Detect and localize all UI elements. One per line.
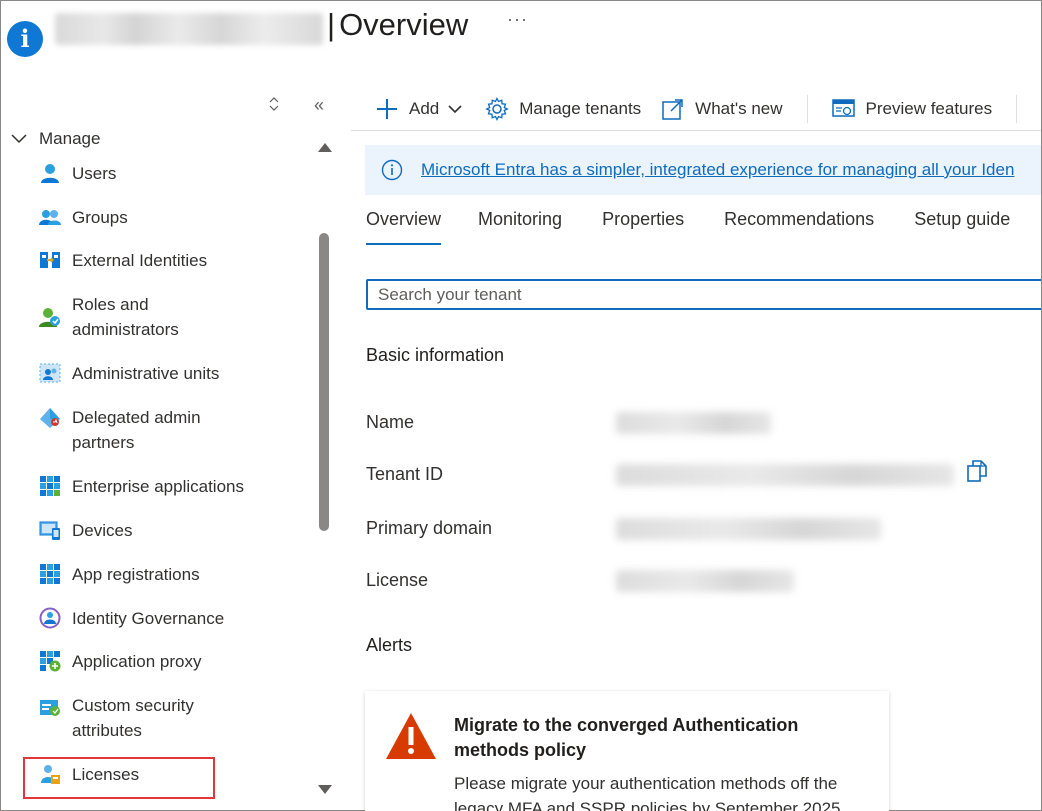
warning-icon <box>386 713 436 759</box>
roles-icon <box>39 308 60 327</box>
scroll-thumb[interactable] <box>319 233 329 531</box>
more-options-button[interactable]: ··· <box>507 9 528 30</box>
info-circle-icon <box>381 159 403 181</box>
external-link-icon <box>662 98 683 120</box>
primary-domain-value-redacted <box>616 518 881 540</box>
primary-domain-label: Primary domain <box>366 518 493 538</box>
sidebar-item-label: External Identities <box>72 251 208 270</box>
info-icon: i <box>7 21 43 57</box>
basic-information-heading: Basic information <box>366 345 505 365</box>
gear-icon <box>485 96 510 121</box>
toolbar-divider <box>806 94 808 123</box>
license-label: License <box>366 570 429 590</box>
admin-units-icon <box>39 363 61 383</box>
tenant-name-redacted <box>55 13 323 45</box>
app-registrations-icon <box>40 564 60 584</box>
sidebar-item-application-proxy[interactable]: Application proxy <box>1 649 313 693</box>
manage-group-header[interactable]: Manage <box>9 127 100 151</box>
enterprise-apps-icon <box>40 476 60 496</box>
chevron-down-icon <box>448 104 462 113</box>
sidebar-item-custom-security-attributes[interactable]: Custom security attributes <box>1 693 313 762</box>
toolbar-divider <box>1016 94 1018 123</box>
sidebar-item-label: Roles and administrators <box>72 295 179 339</box>
sidebar-item-app-registrations[interactable]: App registrations <box>1 562 313 606</box>
tenant-id-label: Tenant ID <box>366 464 444 484</box>
entra-experience-link[interactable]: Microsoft Entra has a simpler, integrate… <box>421 160 1014 180</box>
tab-recommendations[interactable]: Recommendations <box>724 203 874 245</box>
add-button[interactable]: Add <box>375 97 463 121</box>
preview-features-label: Preview features <box>865 98 993 118</box>
delegated-admin-icon <box>40 408 60 428</box>
page-header: i | Overview ··· <box>1 1 1041 65</box>
alert-card[interactable]: Migrate to the converged Authentication … <box>365 691 889 811</box>
sidebar-item-label: Identity Governance <box>72 609 225 628</box>
sidebar-item-delegated-admin-partners[interactable]: Delegated admin partners <box>1 405 313 474</box>
groups-icon <box>39 210 61 225</box>
page-title-text: Overview <box>339 7 469 42</box>
scroll-down-arrow-icon[interactable] <box>318 785 332 794</box>
sidebar-item-label: Application proxy <box>72 652 202 671</box>
application-proxy-icon <box>40 651 61 672</box>
sidebar-item-enterprise-applications[interactable]: Enterprise applications <box>1 474 313 518</box>
sort-icon[interactable] <box>269 97 279 114</box>
tenant-search-input[interactable] <box>366 279 1041 310</box>
license-value-redacted <box>616 570 794 592</box>
overview-tabs: Overview Monitoring Properties Recommend… <box>366 203 1041 249</box>
sidebar-item-label: Devices <box>72 521 133 540</box>
sidebar-item-administrative-units[interactable]: Administrative units <box>1 361 313 405</box>
custom-security-icon <box>40 700 60 716</box>
sidebar-item-label: Groups <box>72 208 128 227</box>
sidebar-item-external-identities[interactable]: External Identities <box>1 248 313 292</box>
sidebar-item-label: App registrations <box>72 565 200 584</box>
alert-title: Migrate to the converged Authentication … <box>454 715 799 760</box>
sidebar-item-roles-and-administrators[interactable]: Roles and administrators <box>1 292 313 361</box>
plus-icon <box>377 98 397 119</box>
title-separator: | <box>327 7 336 42</box>
preview-features-icon <box>831 98 855 117</box>
sidebar-item-label: Enterprise applications <box>72 477 244 496</box>
sidebar-item-label: Delegated admin partners <box>72 408 201 452</box>
manage-group-label: Manage <box>39 129 101 148</box>
tab-setup-guide[interactable]: Setup guide <box>914 203 1010 245</box>
name-value-redacted <box>616 412 771 434</box>
info-banner: Microsoft Entra has a simpler, integrate… <box>365 145 1041 195</box>
add-button-label: Add <box>409 98 440 118</box>
sidebar-item-users[interactable]: Users <box>1 161 313 205</box>
alert-body: Please migrate your authentication metho… <box>454 774 841 811</box>
whats-new-button[interactable]: What's new <box>661 97 783 121</box>
command-bar: Add Manage tenants What's new Preview fe… <box>351 87 1041 131</box>
sidebar-scrollbar[interactable] <box>315 143 335 811</box>
sidebar-item-label: Custom security attributes <box>72 696 194 740</box>
devices-icon <box>39 521 60 540</box>
name-label: Name <box>366 412 415 432</box>
collapse-sidebar-icon[interactable]: « <box>314 95 324 116</box>
main-content: Add Manage tenants What's new Preview fe… <box>351 87 1041 811</box>
users-icon <box>41 164 59 183</box>
tenant-id-value-redacted <box>616 464 954 486</box>
manage-tenants-label: Manage tenants <box>519 98 642 118</box>
sidebar-item-label: Administrative units <box>72 364 220 383</box>
manage-tenants-button[interactable]: Manage tenants <box>485 96 642 121</box>
sidebar-item-label: Users <box>72 164 117 183</box>
scroll-up-arrow-icon[interactable] <box>318 143 332 152</box>
preview-features-button[interactable]: Preview features <box>831 97 993 121</box>
licenses-highlight-annotation <box>23 757 215 799</box>
chevron-down-icon <box>11 134 27 144</box>
sidebar-scroll-area: Manage Users Groups External Identities … <box>1 123 313 811</box>
sidebar-item-identity-governance[interactable]: Identity Governance <box>1 606 313 649</box>
tab-monitoring[interactable]: Monitoring <box>478 203 562 245</box>
sidebar-nav: « Manage Users Groups External Identitie… <box>1 87 339 811</box>
identity-governance-icon <box>39 607 61 629</box>
tab-properties[interactable]: Properties <box>602 203 684 245</box>
tab-overview[interactable]: Overview <box>366 203 442 245</box>
whats-new-label: What's new <box>695 98 783 118</box>
copy-icon[interactable] <box>965 459 989 483</box>
page-title: | Overview <box>327 7 468 43</box>
sidebar-item-groups[interactable]: Groups <box>1 205 313 248</box>
sidebar-item-devices[interactable]: Devices <box>1 518 313 562</box>
manage-nav-list: Users Groups External Identities Roles a… <box>1 161 313 802</box>
alerts-heading: Alerts <box>366 635 413 655</box>
external-identities-icon <box>40 252 60 268</box>
